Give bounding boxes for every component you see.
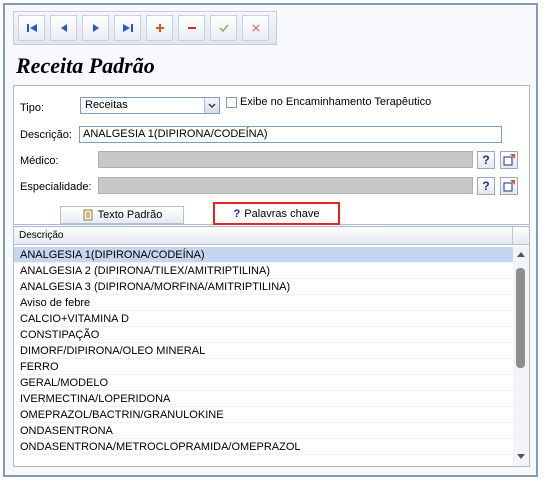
- exibe-label: Exibe no Encaminhamento Terapêutico: [240, 96, 432, 108]
- previous-record-button[interactable]: [50, 15, 77, 41]
- medico-label: Médico:: [20, 155, 59, 167]
- x-icon: [251, 24, 260, 32]
- table-row[interactable]: DIMORF/DIPIRONA/OLEO MINERAL: [14, 343, 513, 359]
- question-icon: ?: [482, 153, 490, 167]
- table-row[interactable]: ONDASENTRONA/METROCLOPRAMIDA/OMEPRAZOL: [14, 439, 513, 455]
- check-icon: [218, 24, 229, 33]
- minus-icon: [187, 27, 196, 29]
- column-separator: [512, 227, 513, 244]
- first-record-button[interactable]: [18, 15, 45, 41]
- medico-input[interactable]: [98, 151, 473, 168]
- medico-new-button[interactable]: [500, 151, 518, 169]
- delete-record-button[interactable]: [178, 15, 205, 41]
- cancel-button[interactable]: [242, 15, 269, 41]
- tipo-label: Tipo:: [20, 102, 45, 114]
- next-record-button[interactable]: [82, 15, 109, 41]
- confirm-button[interactable]: [210, 15, 237, 41]
- plus-icon: [155, 24, 164, 32]
- palavras-chave-label: Palavras chave: [244, 207, 320, 220]
- question-icon: ?: [233, 207, 241, 220]
- table-row[interactable]: ANALGESIA 1(DIPIRONA/CODEÍNA): [14, 247, 513, 263]
- scroll-down-icon[interactable]: [516, 452, 526, 462]
- table-row[interactable]: ONDASENTRONA: [14, 423, 513, 439]
- scroll-thumb[interactable]: [516, 268, 525, 368]
- tipo-select-value: Receitas: [85, 99, 128, 111]
- add-record-button[interactable]: [146, 15, 173, 41]
- question-icon: ?: [482, 179, 490, 193]
- table-row[interactable]: ANALGESIA 2 (DIPIRONA/TILEX/AMITRIPTILIN…: [14, 263, 513, 279]
- new-window-icon: [503, 180, 515, 192]
- table-row[interactable]: OMEPRAZOL/BACTRIN/GRANULOKINE: [14, 407, 513, 423]
- texto-padrao-button[interactable]: Texto Padrão: [60, 206, 184, 224]
- document-icon: [83, 209, 93, 221]
- last-record-button[interactable]: [114, 15, 141, 41]
- form-panel: Tipo: Receitas Exibe no Encaminhamento T…: [13, 85, 530, 225]
- column-header-descricao[interactable]: Descrição: [19, 230, 63, 241]
- navigation-toolbar: [13, 11, 277, 45]
- window-frame: Receita Padrão Tipo: Receitas Exibe no E…: [3, 3, 538, 477]
- new-window-icon: [503, 154, 515, 166]
- descricao-input[interactable]: ANALGESIA 1(DIPIRONA/CODEÍNA): [79, 126, 502, 143]
- table-row[interactable]: FERRO: [14, 359, 513, 375]
- especialidade-label: Especialidade:: [20, 181, 92, 193]
- especialidade-input[interactable]: [98, 177, 473, 194]
- especialidade-new-button[interactable]: [500, 177, 518, 195]
- table-row[interactable]: CALCIO+VITAMINA D: [14, 311, 513, 327]
- table-row[interactable]: GERAL/MODELO: [14, 375, 513, 391]
- vertical-scrollbar[interactable]: [513, 246, 529, 466]
- triangle-left-icon: [60, 24, 67, 32]
- palavras-chave-button[interactable]: ? Palavras chave: [213, 202, 340, 225]
- chevron-down-icon[interactable]: [204, 98, 219, 113]
- grid-rows: ANALGESIA 1(DIPIRONA/CODEÍNA) ANALGESIA 2…: [14, 247, 513, 455]
- skip-first-icon: [26, 24, 37, 32]
- table-row[interactable]: ANALGESIA 3 (DIPIRONA/MORFINA/AMITRIPTIL…: [14, 279, 513, 295]
- descricao-label: Descrição:: [20, 129, 72, 141]
- table-row[interactable]: IVERMECTINA/LOPERIDONA: [14, 391, 513, 407]
- scroll-up-icon[interactable]: [516, 250, 526, 260]
- especialidade-help-button[interactable]: ?: [477, 177, 495, 195]
- tipo-select[interactable]: Receitas: [80, 97, 220, 114]
- grid-header: Descrição: [14, 227, 529, 245]
- table-row[interactable]: CONSTIPAÇÃO: [14, 327, 513, 343]
- page-title: Receita Padrão: [16, 53, 155, 78]
- medico-help-button[interactable]: ?: [477, 151, 495, 169]
- table-row[interactable]: Aviso de febre: [14, 295, 513, 311]
- texto-padrao-label: Texto Padrão: [97, 209, 163, 221]
- receitas-grid: Descrição ANALGESIA 1(DIPIRONA/CODEÍNA) A…: [13, 226, 530, 467]
- skip-last-icon: [122, 24, 133, 32]
- triangle-right-icon: [92, 24, 99, 32]
- exibe-checkbox[interactable]: [226, 97, 237, 108]
